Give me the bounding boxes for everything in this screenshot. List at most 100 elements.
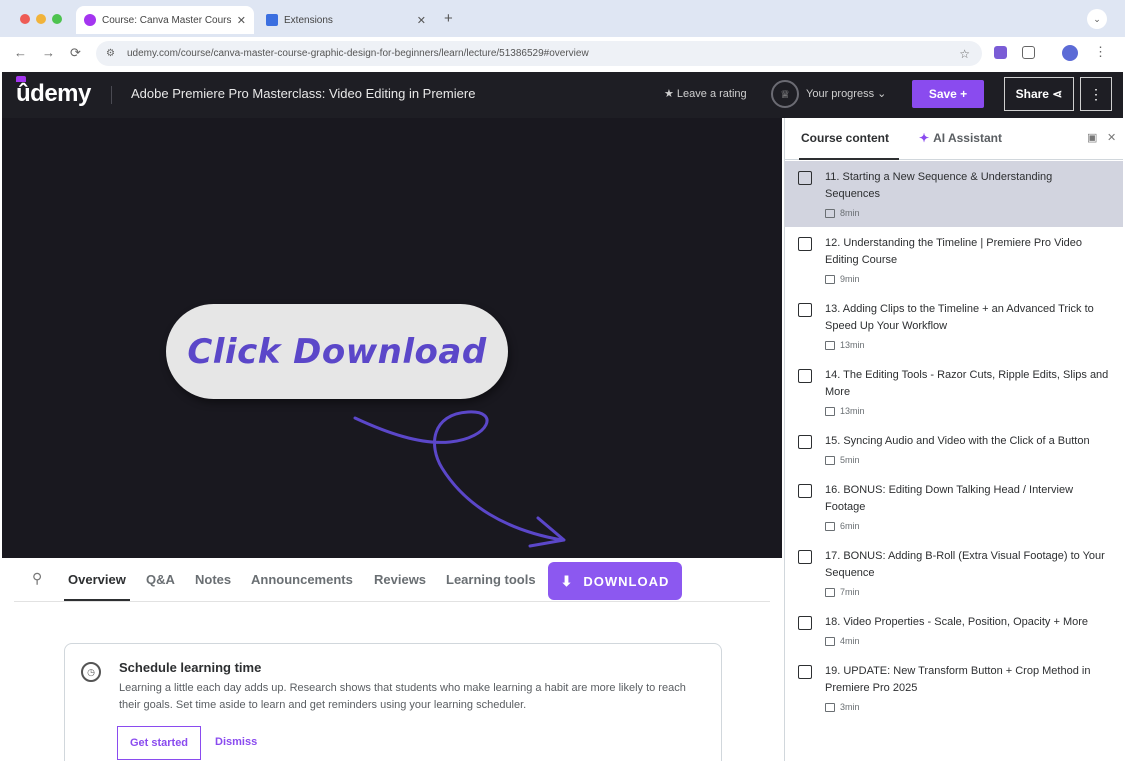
lecture-title: 16. BONUS: Editing Down Talking Head / I… [825, 484, 1074, 513]
lecture-item[interactable]: 18. Video Properties - Scale, Position, … [785, 606, 1123, 655]
duration-text: 13min [840, 340, 865, 350]
search-icon[interactable]: ⚲ [32, 570, 42, 587]
duration-text: 9min [840, 274, 860, 284]
lecture-item[interactable]: 19. UPDATE: New Transform Button + Crop … [785, 655, 1123, 721]
schedule-description: Learning a little each day adds up. Rese… [119, 682, 686, 711]
completion-checkbox[interactable] [798, 665, 812, 679]
lecture-title: 18. Video Properties - Scale, Position, … [825, 616, 1089, 628]
video-icon [825, 702, 835, 712]
download-label: DOWNLOAD [583, 573, 670, 589]
download-icon: ⬇ [560, 572, 574, 589]
lecture-list: 11. Starting a New Sequence & Understand… [785, 161, 1123, 721]
lecture-title: 13. Adding Clips to the Timeline + an Ad… [825, 303, 1094, 332]
extensions-puzzle-icon[interactable] [1022, 46, 1035, 59]
sparkle-icon: ✦ [919, 131, 930, 145]
site-info-icon[interactable]: ⚙ [106, 48, 115, 59]
save-button[interactable]: Save + [912, 80, 984, 108]
lecture-duration: 8min [825, 208, 1110, 218]
udemy-logo[interactable]: ûdemy [16, 80, 91, 108]
back-icon[interactable]: ← [14, 45, 27, 60]
dismiss-button[interactable]: Dismiss [215, 736, 257, 748]
callout-text: Click Download [187, 331, 487, 372]
new-tab-icon[interactable]: + [444, 10, 453, 27]
header-divider [111, 86, 112, 104]
lecture-duration: 3min [825, 702, 1110, 712]
lecture-title: 14. The Editing Tools - Razor Cuts, Ripp… [825, 369, 1109, 398]
video-icon [825, 455, 835, 465]
leave-rating-button[interactable]: ★ Leave a rating [664, 87, 747, 100]
tab-ai-assistant[interactable]: ✦ AI Assistant [919, 131, 1002, 145]
lecture-duration: 6min [825, 521, 1110, 531]
duration-text: 6min [840, 521, 860, 531]
profile-avatar[interactable] [1062, 45, 1078, 61]
course-title[interactable]: Adobe Premiere Pro Masterclass: Video Ed… [131, 86, 475, 101]
duration-text: 13min [840, 406, 865, 416]
expand-panel-icon[interactable]: ▣ [1087, 131, 1097, 144]
lecture-item[interactable]: 16. BONUS: Editing Down Talking Head / I… [785, 474, 1123, 540]
address-bar[interactable]: ⚙ udemy.com/course/canva-master-course-g… [96, 41, 982, 66]
tab-overview[interactable]: Overview [68, 572, 126, 587]
video-icon [825, 521, 835, 531]
navigation-bar: ← → ⟳ ⚙ udemy.com/course/canva-master-co… [0, 37, 1125, 70]
lecture-item[interactable]: 17. BONUS: Adding B-Roll (Extra Visual F… [785, 540, 1123, 606]
ai-assistant-label: AI Assistant [933, 131, 1002, 145]
tab-notes[interactable]: Notes [195, 572, 231, 587]
minimize-window-icon[interactable] [36, 14, 46, 24]
download-button[interactable]: ⬇ DOWNLOAD [548, 562, 682, 600]
puzzle-favicon-icon [266, 14, 278, 26]
curly-arrow-icon [353, 410, 566, 548]
maximize-window-icon[interactable] [52, 14, 62, 24]
udemy-favicon-icon [84, 14, 96, 26]
reload-icon[interactable]: ⟳ [70, 45, 81, 61]
tab-search-icon[interactable]: ⌄ [1087, 9, 1107, 29]
your-progress-button[interactable]: Your progress ⌄ [806, 87, 886, 100]
browser-menu-icon[interactable]: ⋮ [1094, 44, 1107, 60]
trophy-icon[interactable]: ♕ [771, 80, 799, 108]
browser-tab-course[interactable]: Course: Canva Master Course ✕ [76, 6, 254, 34]
completion-checkbox[interactable] [798, 237, 812, 251]
browser-tab-extensions[interactable]: Extensions ✕ [258, 6, 434, 34]
lecture-item[interactable]: 12. Understanding the Timeline | Premier… [785, 227, 1123, 293]
lecture-item[interactable]: 11. Starting a New Sequence & Understand… [785, 161, 1123, 227]
url-text[interactable]: udemy.com/course/canva-master-course-gra… [127, 48, 959, 59]
completion-checkbox[interactable] [798, 369, 812, 383]
duration-text: 7min [840, 587, 860, 597]
schedule-learning-card: ◷ Schedule learning time Learning a litt… [64, 643, 722, 761]
duration-text: 3min [840, 702, 860, 712]
lecture-title: 19. UPDATE: New Transform Button + Crop … [825, 665, 1091, 694]
tab-learning-tools[interactable]: Learning tools [446, 572, 536, 587]
tab-announcements[interactable]: Announcements [251, 572, 353, 587]
share-button[interactable]: Share ⋖ [1004, 77, 1074, 111]
lecture-title: 12. Understanding the Timeline | Premier… [825, 237, 1083, 266]
extension-icon[interactable] [994, 46, 1007, 59]
completion-checkbox[interactable] [798, 616, 812, 630]
completion-checkbox[interactable] [798, 550, 812, 564]
bookmark-star-icon[interactable]: ☆ [959, 47, 970, 61]
lecture-title: 15. Syncing Audio and Video with the Cli… [825, 435, 1090, 447]
more-options-button[interactable]: ⋮ [1080, 77, 1112, 111]
completion-checkbox[interactable] [798, 435, 812, 449]
content-tabs: ⚲ Overview Q&A Notes Announcements Revie… [14, 558, 770, 602]
lecture-duration: 13min [825, 406, 1110, 416]
close-window-icon[interactable] [20, 14, 30, 24]
close-panel-icon[interactable]: ✕ [1107, 131, 1116, 144]
forward-icon[interactable]: → [42, 45, 55, 60]
close-tab-icon[interactable]: ✕ [237, 14, 246, 27]
video-icon [825, 208, 835, 218]
lecture-item[interactable]: 13. Adding Clips to the Timeline + an Ad… [785, 293, 1123, 359]
tab-qa[interactable]: Q&A [146, 572, 175, 587]
completion-checkbox[interactable] [798, 171, 812, 185]
lecture-item[interactable]: 14. The Editing Tools - Razor Cuts, Ripp… [785, 359, 1123, 425]
lecture-duration: 5min [825, 455, 1110, 465]
course-header: ûdemy Adobe Premiere Pro Masterclass: Vi… [2, 72, 1123, 118]
get-started-button[interactable]: Get started [117, 726, 201, 760]
lecture-item[interactable]: 15. Syncing Audio and Video with the Cli… [785, 425, 1123, 474]
tab-course-content[interactable]: Course content [801, 131, 889, 145]
lecture-duration: 7min [825, 587, 1110, 597]
tab-reviews[interactable]: Reviews [374, 572, 426, 587]
completion-checkbox[interactable] [798, 484, 812, 498]
close-tab-icon[interactable]: ✕ [417, 14, 426, 27]
video-icon [825, 636, 835, 646]
completion-checkbox[interactable] [798, 303, 812, 317]
duration-text: 5min [840, 455, 860, 465]
